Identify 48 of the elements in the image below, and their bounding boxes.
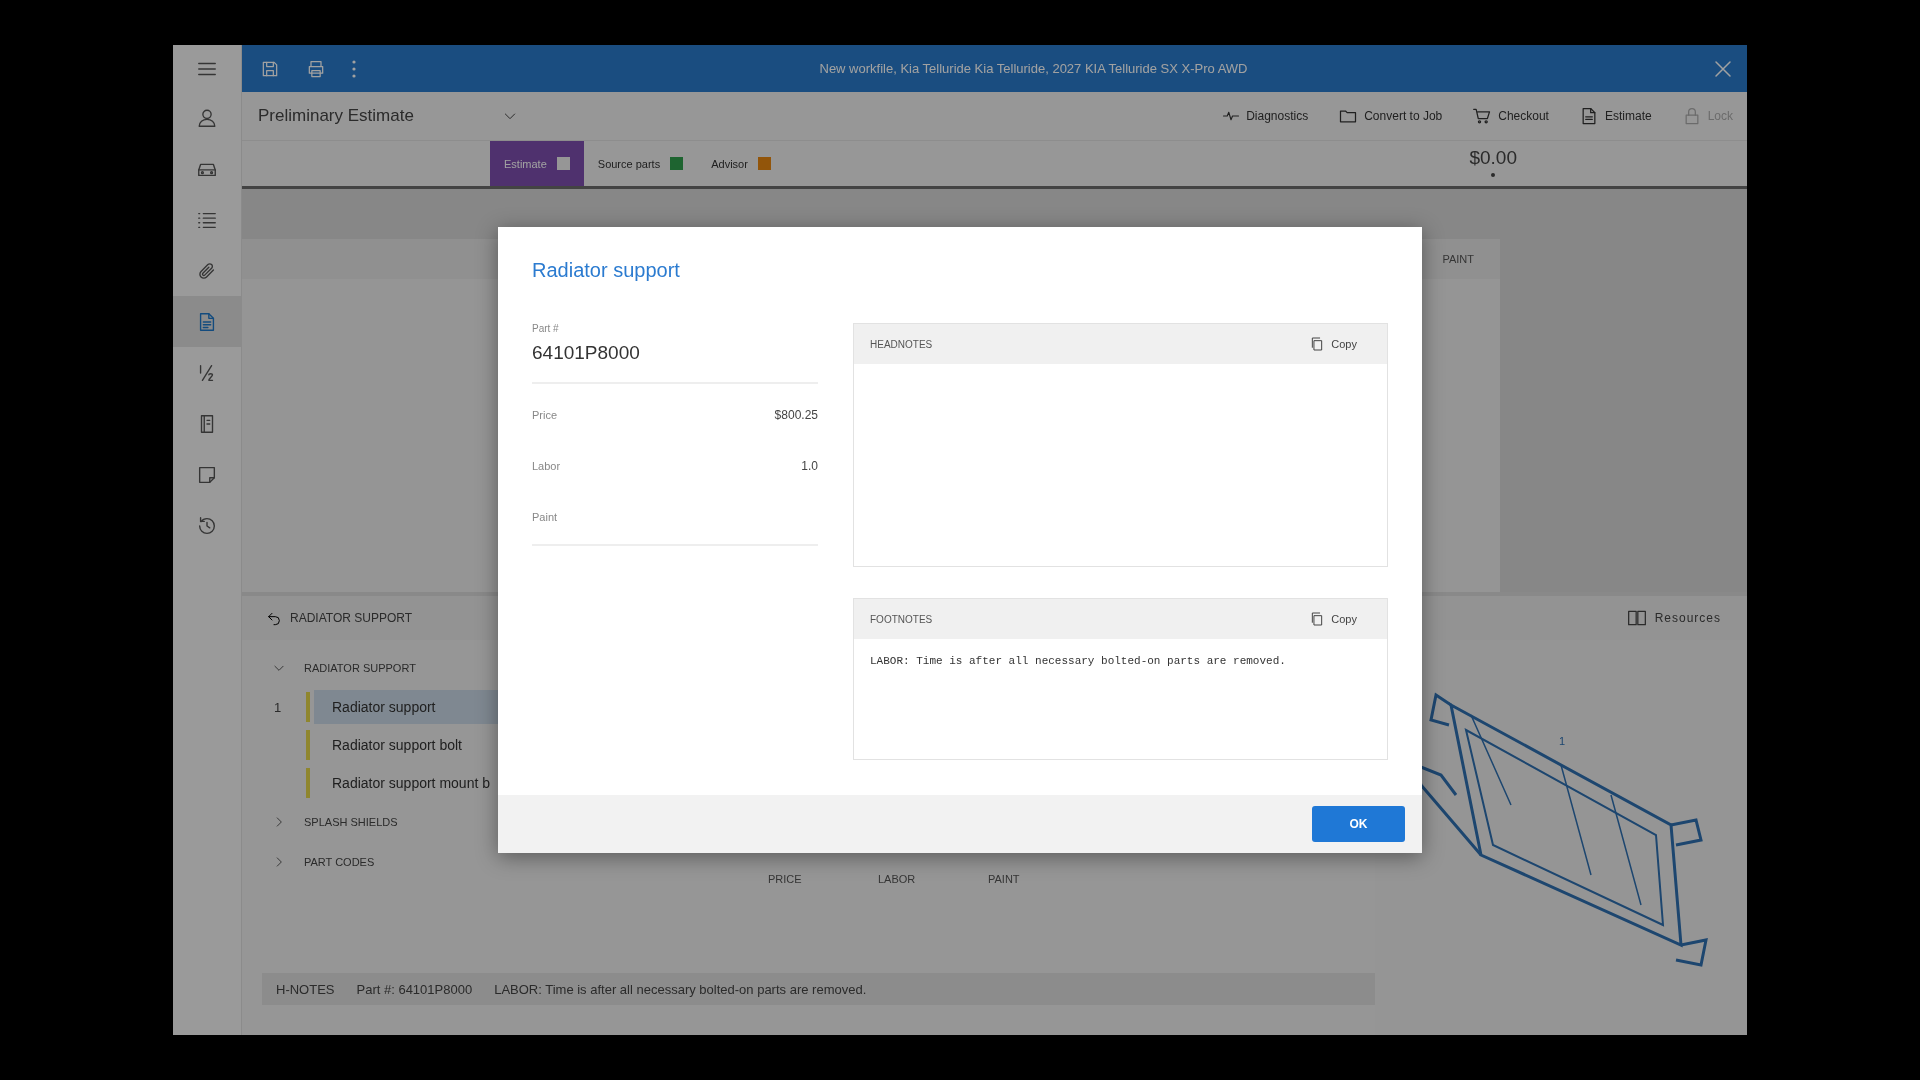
toolbar-button[interactable]: Diagnostics <box>1222 106 1309 126</box>
tree-group[interactable]: SPLASH SHIELDS <box>262 802 762 842</box>
field-value: 1.0 <box>801 458 818 473</box>
field-label: Part # <box>532 323 560 334</box>
resources-button[interactable]: Resources <box>1620 607 1727 629</box>
tree-group[interactable]: PART CODES <box>262 842 762 882</box>
view-dropdown[interactable]: Preliminary Estimate <box>258 106 518 126</box>
note-text: LABOR: Time is after all necessary bolted-on parts are removed. <box>869 654 1287 669</box>
total-amount: $0.00 <box>1469 147 1517 169</box>
toolbar-button[interactable]: Convert to Job <box>1338 106 1443 126</box>
toolbar-button[interactable]: Estimate <box>1578 106 1652 126</box>
panel-title: HEADNOTES <box>870 338 933 350</box>
copy-button[interactable]: Copy <box>1303 610 1363 628</box>
tab[interactable]: Advisor <box>697 141 785 186</box>
panel-title: FOOTNOTES <box>870 613 933 625</box>
tree-item[interactable]: Radiator support mount b <box>314 766 762 800</box>
field-label: Price <box>532 408 558 421</box>
cart-icon <box>1472 106 1493 126</box>
copy-button[interactable]: Copy <box>1303 335 1363 353</box>
more-icon <box>352 59 356 78</box>
tree-group[interactable]: RADIATOR SUPPORT <box>262 648 762 688</box>
print-icon <box>306 58 326 79</box>
part-number: 64101P8000 <box>532 342 818 384</box>
column-header: PRICE <box>768 873 803 885</box>
tab[interactable]: Source parts <box>583 141 698 186</box>
toolbar-button[interactable]: Checkout <box>1472 106 1549 126</box>
back-icon <box>266 610 282 626</box>
part-number: Part #: 64101P8000 <box>356 981 473 997</box>
column-header: LABOR <box>878 873 917 885</box>
panel-title: RADIATOR SUPPORT <box>290 611 413 625</box>
field-label: Paint <box>532 510 558 523</box>
ok-button[interactable]: OK <box>1312 806 1405 842</box>
history-icon <box>196 514 218 537</box>
tree-item[interactable]: Radiator support bolt <box>314 728 762 762</box>
window-title: New workfile, Kia Telluride Kia Telluride, 2027 KIA Telluride SX X-Pro AWD <box>818 61 1249 76</box>
sidebar-item[interactable] <box>173 296 241 347</box>
line-number: 1 <box>273 699 283 715</box>
column-header: PAINT <box>1442 253 1474 265</box>
more-button[interactable] <box>352 59 356 78</box>
print-button[interactable] <box>306 58 326 79</box>
tab[interactable]: Estimate <box>490 141 584 186</box>
notes-label: H-NOTES <box>276 981 335 997</box>
field-value: $800.25 <box>774 407 818 422</box>
column-header: PAINT <box>988 873 1021 885</box>
book-icon <box>1626 608 1647 628</box>
dialog-title: Radiator support <box>532 259 681 283</box>
field-label: Labor <box>532 459 561 472</box>
note-text: LABOR: Time is after all necessary bolted-on parts are removed. <box>494 981 867 997</box>
